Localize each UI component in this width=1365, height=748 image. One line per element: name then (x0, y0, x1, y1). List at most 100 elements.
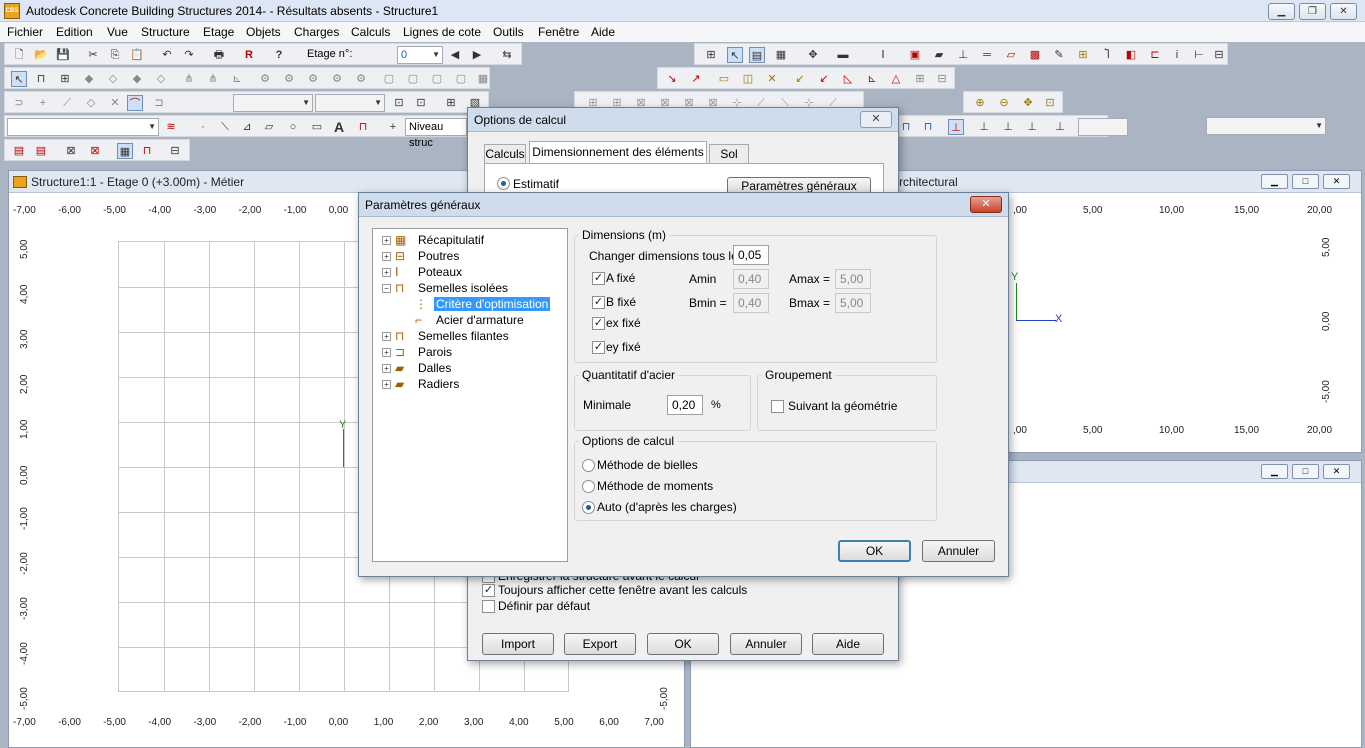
niveau-combo[interactable]: Niveau struc (405, 118, 467, 149)
circle-icon[interactable]: ○ (285, 119, 301, 135)
expand-icon[interactable]: + (382, 348, 391, 357)
restore-icon[interactable]: ❐ (1299, 3, 1326, 20)
change-dimensions-input[interactable]: 0,05 (733, 245, 769, 265)
select-list-icon[interactable]: ▦ (773, 47, 789, 63)
box1-icon[interactable]: ▢ (381, 71, 397, 87)
tree-item[interactable]: + ▰ Radiers (373, 376, 567, 392)
load8-icon[interactable]: ◺ (840, 71, 856, 87)
load4-icon[interactable]: ◫ (740, 71, 756, 87)
rebar6-icon[interactable]: ⊥ (1024, 119, 1040, 135)
gear4-icon[interactable]: ⚙ (329, 71, 345, 87)
rebar5-icon[interactable]: ⊥ (1000, 119, 1016, 135)
dim2-icon[interactable]: ⋔ (205, 71, 221, 87)
expand-icon[interactable]: + (382, 252, 391, 261)
x-icon[interactable]: ✕ (107, 95, 123, 111)
line-icon[interactable]: ⟋ (59, 95, 75, 111)
chair-tool-icon[interactable]: ⊞ (57, 71, 73, 87)
load1-icon[interactable]: ↘ (664, 71, 680, 87)
grid-tool-icon[interactable]: ⊞ (1075, 47, 1091, 63)
menu-calculs[interactable]: Calculs (351, 25, 390, 39)
menu-charges[interactable]: Charges (294, 25, 339, 39)
edit-tool-icon[interactable]: ✎ (1051, 47, 1067, 63)
load3-icon[interactable]: ▭ (716, 71, 732, 87)
layer-icon[interactable]: ≋ (163, 119, 179, 135)
menu-outils[interactable]: Outils (493, 25, 524, 39)
node-tool-icon[interactable]: ↖ (11, 71, 27, 87)
gear1-icon[interactable]: ⚙ (257, 71, 273, 87)
menu-etage[interactable]: Etage (203, 25, 234, 39)
rectangle-icon[interactable]: ▭ (309, 119, 325, 135)
tab-sol[interactable]: Sol (709, 144, 749, 164)
tree-item[interactable]: + ⊓ Semelles filantes (373, 328, 567, 344)
undo-icon[interactable]: ↶ (159, 47, 175, 63)
load10-icon[interactable]: △ (888, 71, 904, 87)
numeric3-icon[interactable]: ⊞ (443, 95, 459, 111)
beam-tool-icon[interactable]: ▬ (835, 47, 851, 63)
arc1-icon[interactable]: ⊃ (11, 95, 27, 111)
close-icon[interactable]: ✕ (1330, 3, 1357, 20)
numeric2-icon[interactable]: ⊡ (413, 95, 429, 111)
result1-icon[interactable]: ▤ (11, 143, 27, 159)
moments-radio[interactable] (582, 480, 595, 493)
draw-combo-1[interactable]: ▼ (233, 94, 313, 112)
load2-icon[interactable]: ↗ (688, 71, 704, 87)
expand-icon[interactable]: + (382, 268, 391, 277)
polygon-icon[interactable]: ▱ (261, 119, 277, 135)
bmin-input[interactable]: 0,40 (733, 293, 769, 313)
new-icon[interactable]: 🗋 (11, 47, 27, 63)
tree-item[interactable]: + Ⅰ Poteaux (373, 264, 567, 280)
table-grid-icon[interactable]: ▦ (475, 71, 491, 87)
bracket-icon[interactable]: ⊐ (151, 95, 167, 111)
etage-select[interactable]: 0 ▼ (397, 46, 443, 64)
gear3-icon[interactable]: ⚙ (305, 71, 321, 87)
load12-icon[interactable]: ⊟ (934, 71, 950, 87)
frame-tool-icon[interactable]: ⊏ (1147, 47, 1163, 63)
shape3-icon[interactable]: ◆ (129, 71, 145, 87)
opening-tool-icon[interactable]: ▱ (1003, 47, 1019, 63)
menu-lignes-de-cote[interactable]: Lignes de cote (403, 25, 481, 39)
move-icon[interactable]: ✥ (805, 47, 821, 63)
expand-icon[interactable]: + (382, 364, 391, 373)
close-icon[interactable]: ✕ (1323, 174, 1350, 189)
rebar2-icon[interactable]: ⊓ (920, 119, 936, 135)
pan-icon[interactable]: ✥ (1020, 95, 1036, 111)
next-floor-icon[interactable]: ▶ (469, 47, 485, 63)
options-help-button[interactable]: Aide (812, 633, 884, 655)
expand-icon[interactable]: + (382, 380, 391, 389)
tab-dimensionnement[interactable]: Dimensionnement des éléments BA (529, 141, 707, 179)
load11-icon[interactable]: ⊞ (912, 71, 928, 87)
dim3-icon[interactable]: ⊾ (229, 71, 245, 87)
a-fixed-checkbox[interactable]: ✓ (592, 272, 605, 285)
cut-icon[interactable]: ✂ (85, 47, 101, 63)
prev-floor-icon[interactable]: ◀ (447, 47, 463, 63)
menu-structure[interactable]: Structure (141, 25, 190, 39)
tree-item[interactable]: ⌐ Acier d'armature (373, 312, 567, 328)
import-button[interactable]: Import (482, 633, 554, 655)
cross-icon[interactable]: + (35, 95, 51, 111)
expand-icon[interactable]: + (382, 236, 391, 245)
open-icon[interactable]: 📂 (33, 47, 49, 63)
slab-tool-icon[interactable]: ▰ (931, 47, 947, 63)
help-icon[interactable]: ? (271, 47, 287, 63)
ex-fixed-checkbox[interactable]: ✓ (592, 317, 605, 330)
layer-combo[interactable]: ▼ (7, 118, 159, 136)
text-icon[interactable]: A (331, 119, 347, 135)
select-window-icon[interactable]: ▤ (749, 47, 765, 63)
tree-item[interactable]: + ⊐ Parois (373, 344, 567, 360)
auto-radio[interactable] (582, 501, 595, 514)
tree-item[interactable]: + ▰ Dalles (373, 360, 567, 376)
params-cancel-button[interactable]: Annuler (922, 540, 995, 562)
menu-fichier[interactable]: Fichier (7, 25, 43, 39)
polyline-icon[interactable]: ⊿ (239, 119, 255, 135)
result4-icon[interactable]: ⊠ (87, 143, 103, 159)
always-show-checkbox[interactable]: ✓ (482, 584, 495, 597)
menu-fenetre[interactable]: Fenêtre (538, 25, 579, 39)
plus-icon[interactable]: + (385, 119, 401, 135)
menu-edition[interactable]: Edition (56, 25, 93, 39)
geometry-checkbox[interactable] (771, 400, 784, 413)
shape1-icon[interactable]: ◆ (81, 71, 97, 87)
rebar3-icon[interactable]: ⊥ (948, 119, 964, 135)
zoom-out-icon[interactable]: ⊖ (996, 95, 1012, 111)
tree-item[interactable]: ⋮ Critère d'optimisation (373, 296, 567, 312)
copy-icon[interactable]: ⎘ (107, 47, 123, 63)
